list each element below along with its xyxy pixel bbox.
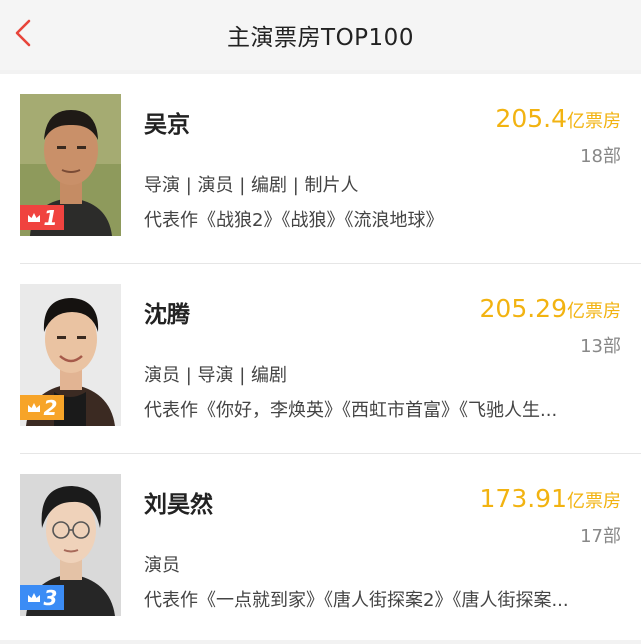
actor-row[interactable]: 3 刘昊然 173.91亿票房 17部 演员 代表作《一点就到家》《唐人街探案2… (0, 454, 641, 644)
ranking-list: 1 吴京 205.4亿票房 18部 导演 | 演员 | 编剧 | 制片人 代表作… (0, 74, 641, 640)
box-office-unit: 亿票房 (567, 111, 621, 132)
film-count: 13部 (580, 336, 621, 357)
rank-badge: 1 (20, 205, 64, 230)
box-office-unit: 亿票房 (567, 301, 621, 322)
actor-roles: 导演 | 演员 | 编剧 | 制片人 (144, 175, 359, 196)
page-title: 主演票房TOP100 (227, 25, 414, 51)
box-office-amount: 205.4 (495, 104, 567, 133)
rank-badge: 3 (20, 585, 64, 610)
actor-name: 沈腾 (144, 302, 190, 328)
actor-roles: 演员 (144, 555, 180, 576)
box-office-unit: 亿票房 (567, 491, 621, 512)
box-office-amount: 173.91 (479, 484, 567, 513)
rank-number: 1 (43, 205, 58, 230)
chevron-left-icon (15, 19, 31, 47)
crown-icon (27, 212, 40, 222)
rank-badge: 2 (20, 395, 64, 420)
actor-row[interactable]: 1 吴京 205.4亿票房 18部 导演 | 演员 | 编剧 | 制片人 代表作… (0, 74, 641, 264)
representative-works: 代表作《你好，李焕英》《西虹市首富》《飞驰人生... (144, 400, 558, 421)
representative-works: 代表作《战狼2》《战狼》《流浪地球》 (144, 210, 444, 231)
actor-name: 刘昊然 (144, 492, 213, 518)
actor-roles: 演员 | 导演 | 编剧 (144, 365, 288, 386)
back-button[interactable] (6, 13, 40, 53)
actor-photo: 3 (20, 474, 121, 616)
box-office-amount: 205.29 (479, 294, 567, 323)
box-office: 205.29亿票房 (480, 294, 621, 323)
film-count: 17部 (580, 526, 621, 547)
crown-icon (27, 402, 40, 412)
top-bar: 主演票房TOP100 (0, 0, 641, 70)
crown-icon (27, 592, 40, 602)
rank-number: 3 (43, 585, 58, 610)
actor-photo: 1 (20, 94, 121, 236)
box-office: 205.4亿票房 (495, 104, 621, 133)
actor-row[interactable]: 2 沈腾 205.29亿票房 13部 演员 | 导演 | 编剧 代表作《你好，李… (0, 264, 641, 454)
actor-name: 吴京 (144, 112, 190, 138)
box-office: 173.91亿票房 (480, 484, 621, 513)
representative-works: 代表作《一点就到家》《唐人街探案2》《唐人街探案... (144, 590, 569, 611)
film-count: 18部 (580, 146, 621, 167)
actor-photo: 2 (20, 284, 121, 426)
rank-number: 2 (43, 395, 58, 420)
